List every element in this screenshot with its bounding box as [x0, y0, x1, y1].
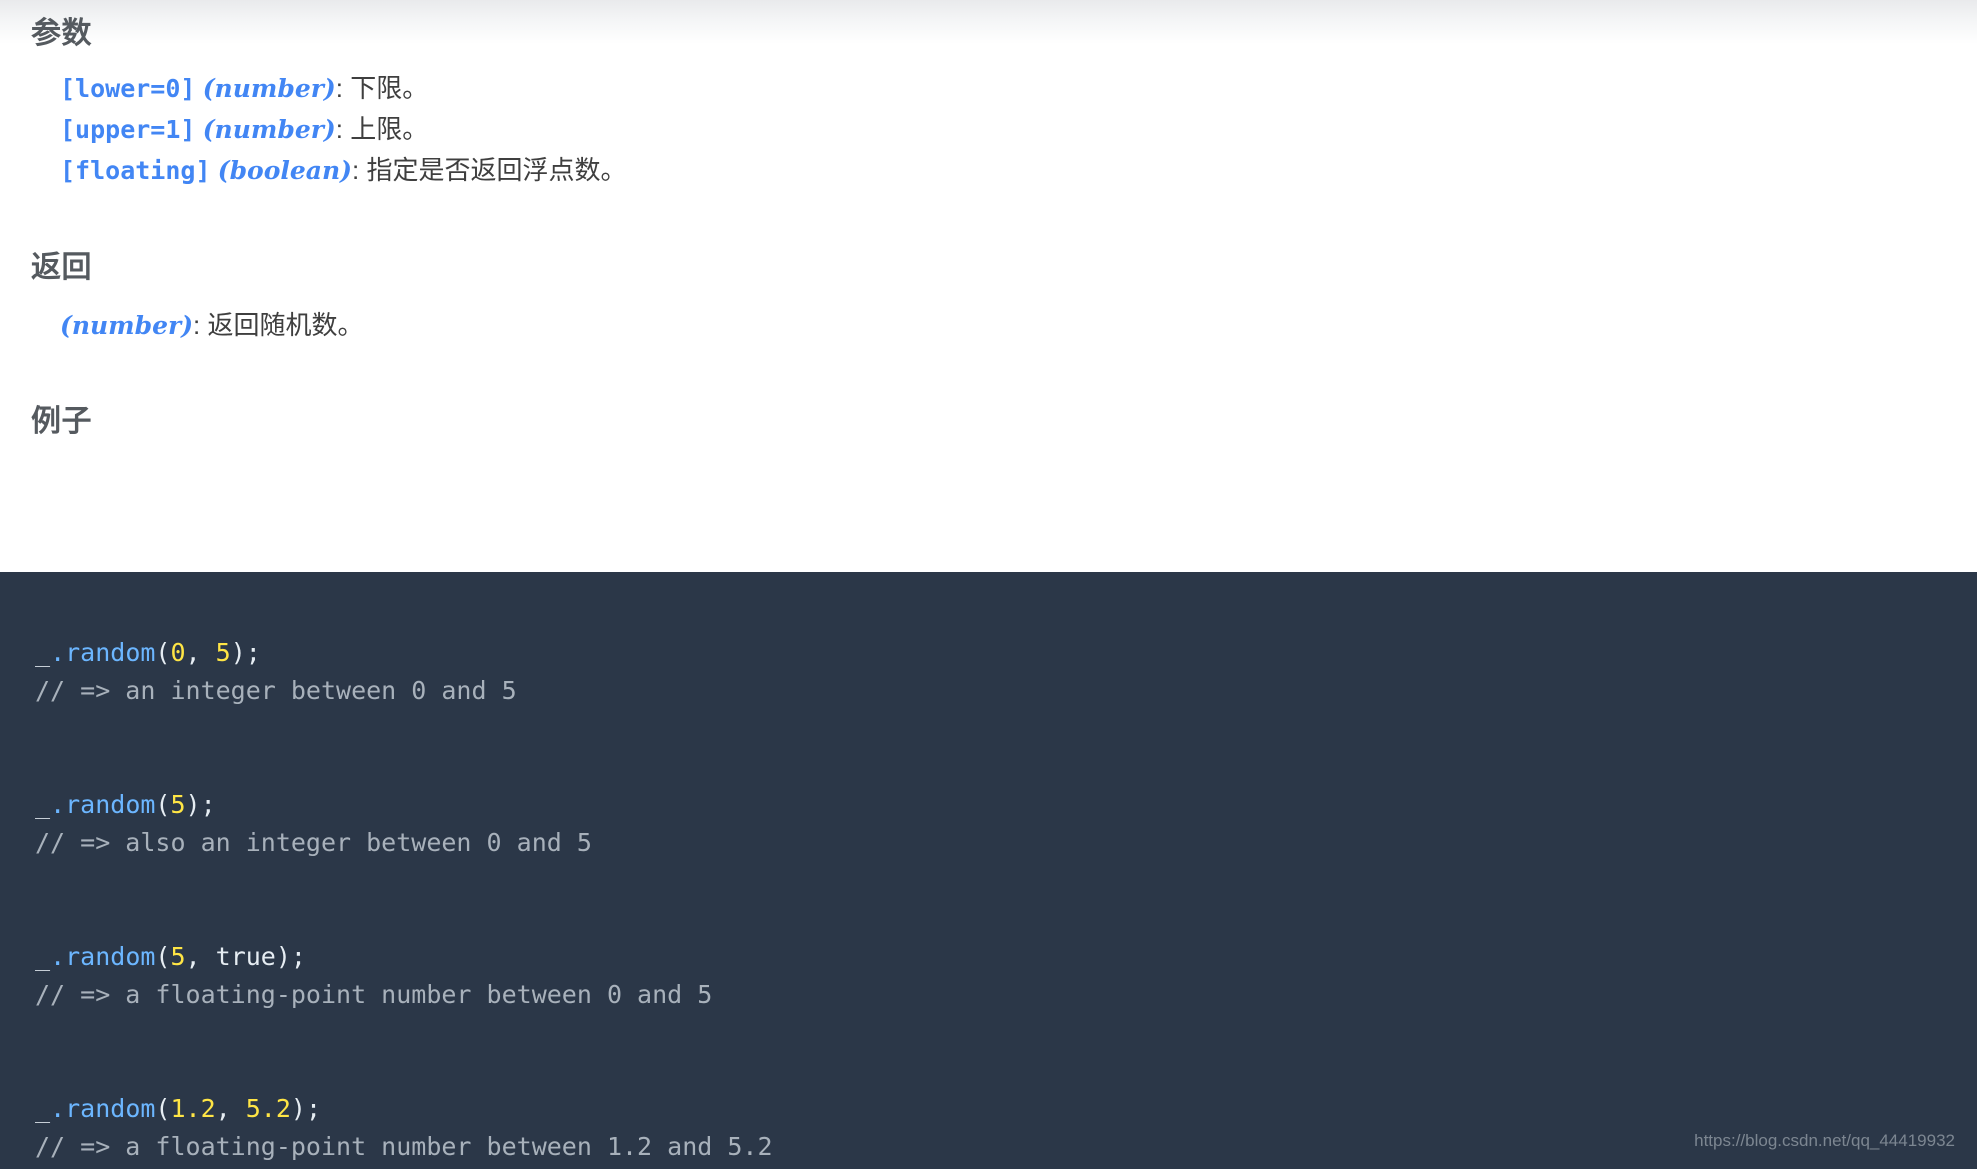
returns-list: (number): 返回随机数。	[60, 305, 364, 346]
param-separator: :	[352, 155, 367, 185]
code-argument-separator: ,	[215, 1094, 246, 1123]
list-item: [upper=1] (number): 上限。	[60, 109, 626, 150]
code-argument: 5	[215, 638, 231, 667]
code-paren-close: );	[290, 1094, 322, 1123]
code-argument: 5.2	[245, 1094, 291, 1123]
code-paren-close: );	[185, 790, 216, 819]
top-gradient-band	[0, 0, 1977, 44]
list-item: [floating] (boolean): 指定是否返回浮点数。	[60, 150, 626, 191]
return-separator: :	[193, 310, 208, 340]
code-example-block: _.random(1.2, 5.2); // => a floating-poi…	[35, 1094, 773, 1161]
code-paren-close: );	[275, 942, 306, 971]
code-comment: // => an integer between 0 and 5	[35, 676, 517, 705]
param-separator: :	[335, 114, 351, 144]
document-page: 参数 [lower=0] (number): 下限。 [upper=1] (nu…	[0, 0, 1977, 1169]
section-heading-returns: 返回	[31, 251, 92, 284]
code-argument-separator: ,	[185, 942, 216, 971]
code-comment: // => also an integer between 0 and 5	[35, 828, 592, 857]
code-variable: _	[35, 1094, 51, 1123]
param-name: [floating]	[60, 156, 211, 185]
code-paren-open: (	[155, 1094, 171, 1123]
code-variable: _	[35, 790, 51, 819]
param-separator: :	[335, 73, 351, 103]
code-paren-close: );	[230, 638, 261, 667]
section-heading-parameters: 参数	[31, 17, 92, 50]
code-paren-open: (	[155, 790, 171, 819]
param-description: 指定是否返回浮点数。	[366, 155, 627, 185]
code-comment: // => a floating-point number between 0 …	[35, 980, 713, 1009]
code-variable: _	[35, 942, 51, 971]
param-name: [upper=1]	[60, 115, 196, 144]
section-heading-examples: 例子	[31, 405, 92, 438]
list-item: [lower=0] (number): 下限。	[60, 68, 626, 109]
code-paren-open: (	[155, 942, 171, 971]
param-description: 上限。	[350, 114, 429, 144]
code-example-block: _.random(5); // => also an integer betwe…	[35, 790, 592, 857]
code-comment: // => a floating-point number between 1.…	[35, 1132, 773, 1161]
code-method: .random	[50, 790, 156, 819]
param-name: [lower=0]	[60, 74, 196, 103]
code-method: .random	[50, 1094, 156, 1123]
param-description: 下限。	[350, 73, 429, 103]
code-block: _.random(0, 5); // => an integer between…	[0, 572, 1977, 1169]
code-argument: true	[215, 942, 276, 971]
code-argument: 5	[170, 942, 186, 971]
code-example-block: _.random(0, 5); // => an integer between…	[35, 638, 517, 705]
code-argument: 1.2	[170, 1094, 216, 1123]
code-example-block: _.random(5, true); // => a floating-poin…	[35, 942, 712, 1009]
code-method: .random	[50, 638, 156, 667]
parameters-list: [lower=0] (number): 下限。 [upper=1] (numbe…	[60, 68, 626, 191]
code-content[interactable]: _.random(0, 5); // => an integer between…	[0, 572, 1977, 1166]
param-type: (boolean)	[217, 156, 353, 185]
return-description: 返回随机数。	[207, 310, 364, 340]
code-argument: 5	[170, 790, 186, 819]
list-item: (number): 返回随机数。	[60, 305, 364, 346]
code-argument-separator: ,	[185, 638, 216, 667]
watermark: https://blog.csdn.net/qq_44419932	[1694, 1131, 1955, 1150]
param-type: (number)	[202, 74, 336, 103]
code-argument: 0	[170, 638, 186, 667]
code-method: .random	[50, 942, 156, 971]
code-variable: _	[35, 638, 51, 667]
code-paren-open: (	[155, 638, 171, 667]
return-type: (number)	[60, 311, 194, 340]
param-type: (number)	[202, 115, 336, 144]
